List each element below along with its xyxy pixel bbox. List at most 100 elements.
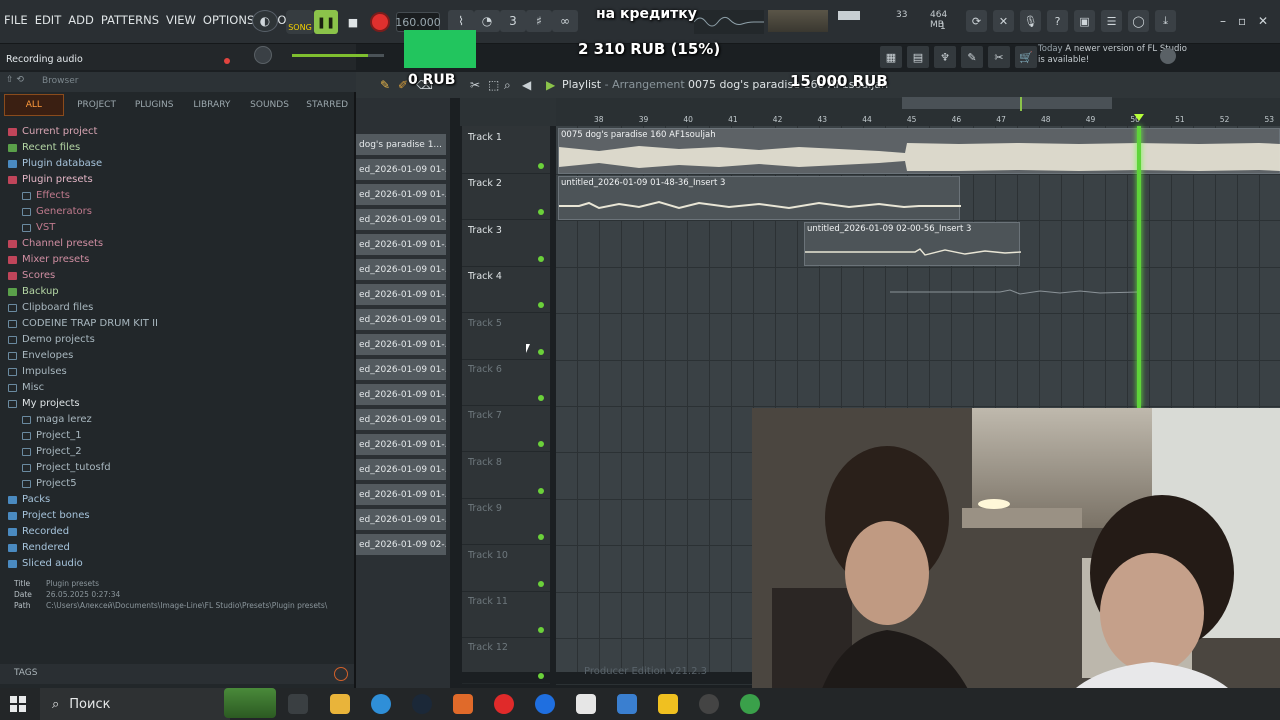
playlist-horizontal-scrollbar[interactable] [902, 97, 1112, 109]
chat-icon[interactable]: ◯ [1128, 10, 1149, 32]
plugin-icon[interactable]: ♆ [934, 46, 956, 68]
track-mute-led[interactable] [538, 302, 544, 309]
track-header[interactable]: Track 12 [462, 638, 550, 685]
track-header[interactable]: Track 6 [462, 360, 550, 406]
select-tool-icon[interactable]: ⬚ [488, 78, 499, 92]
browser-item[interactable]: Channel presets [8, 236, 348, 252]
wait-record-icon[interactable]: ◔ [474, 10, 500, 32]
draw-tool-icon[interactable]: ✎ [380, 78, 390, 92]
mail-icon[interactable] [617, 694, 637, 714]
audio-clip[interactable]: untitled_2026-01-09 02-00-56_Insert 3 [804, 222, 1021, 266]
browser-item[interactable]: Project_2 [8, 444, 348, 460]
channel-button[interactable]: ed_2026-01-09 01-... [356, 509, 446, 531]
channel-button[interactable]: ed_2026-01-09 01-... [356, 184, 446, 206]
app-icon[interactable] [576, 694, 596, 714]
track-header[interactable]: Track 10 [462, 546, 550, 592]
browser-item[interactable]: Recent files [8, 140, 348, 156]
track-mute-led[interactable] [538, 395, 544, 401]
audio-clip[interactable]: untitled_2026-01-09 01-48-36_Insert 3 [558, 176, 961, 220]
file-explorer-icon[interactable] [330, 694, 350, 714]
song-position-marker[interactable] [1134, 114, 1144, 121]
browser-item[interactable]: Generators [8, 204, 348, 220]
browser-item[interactable]: VST [8, 220, 348, 236]
browser-item[interactable]: Clipboard files [8, 300, 348, 316]
taskbar-search-box[interactable]: ⌕ Поиск [40, 688, 230, 720]
time-ruler[interactable]: 38 39 40 41 42 43 44 45 46 47 48 49 50 51 52 53 [556, 114, 1280, 126]
download-icon[interactable]: ⤓ [1155, 10, 1176, 32]
record-button[interactable] [370, 12, 390, 32]
browser-item[interactable]: Sliced audio [8, 556, 348, 572]
browser-item[interactable]: Mixer presets [8, 252, 348, 268]
refresh-icon[interactable]: ⟳ [966, 10, 987, 32]
track-mute-led[interactable] [538, 580, 544, 587]
channel-button[interactable]: ed_2026-01-09 01-... [356, 259, 446, 281]
track-mute-led[interactable] [538, 627, 544, 633]
chrome-icon[interactable] [740, 694, 760, 714]
browser-item[interactable]: Effects [8, 188, 348, 204]
tempo-display[interactable]: 160.000 [395, 12, 441, 32]
channel-button[interactable]: ed_2026-01-09 01-... [356, 384, 446, 406]
browser-item[interactable]: Envelopes [8, 348, 348, 364]
track-mute-led[interactable] [538, 673, 544, 680]
browser-tab-sounds[interactable]: SOUNDS [241, 94, 299, 116]
menu-item-view[interactable]: VIEW [166, 13, 196, 27]
browser-tab-all[interactable]: ALL [4, 94, 64, 116]
step-edit-icon[interactable]: ♯ [526, 10, 552, 32]
track-mute-led[interactable] [538, 209, 544, 216]
launcher-icon[interactable] [658, 694, 678, 714]
channel-button[interactable]: ed_2026-01-09 01-... [356, 334, 446, 356]
track-header[interactable]: Track 4 [462, 267, 550, 314]
menu-item-add[interactable]: ADD [68, 13, 94, 27]
obs-icon[interactable] [699, 694, 719, 714]
track-header[interactable]: Track 8 [462, 453, 550, 499]
tools-icon[interactable]: ✕ [993, 10, 1014, 32]
browser-item[interactable]: Project bones [8, 508, 348, 524]
channel-button[interactable]: ed_2026-01-09 01-... [356, 159, 446, 181]
browser-item[interactable]: Plugin database [8, 156, 348, 172]
track-mute-led[interactable] [538, 487, 544, 494]
search-highlight-icon[interactable] [224, 688, 276, 718]
shop-icon[interactable]: 🛒 [1015, 46, 1037, 68]
track-header[interactable]: Track 3 [462, 221, 550, 267]
edge-icon[interactable] [371, 694, 391, 714]
browser-tab-library[interactable]: LIBRARY [183, 94, 241, 116]
menu-item-file[interactable]: FILE [4, 13, 28, 27]
browser-tab-plugins[interactable]: PLUGINS [125, 94, 183, 116]
track-mute-led[interactable] [538, 441, 544, 448]
track-mute-led[interactable] [538, 163, 544, 169]
master-pitch-knob[interactable] [254, 46, 272, 64]
browser-item[interactable]: Plugin presets [8, 172, 348, 188]
task-view-icon[interactable] [288, 694, 308, 714]
tags-bar[interactable]: TAGS [0, 664, 354, 684]
audio-clip[interactable]: 0075 dog's paradise 160 AF1souljah [558, 128, 1280, 174]
browser-item[interactable]: Misc [8, 380, 348, 396]
pat-song-knob-icon[interactable]: ◐ [252, 10, 278, 32]
help-icon[interactable]: ? [1047, 10, 1068, 32]
search-icon[interactable] [334, 667, 348, 681]
save-icon[interactable]: ▣ [1074, 10, 1095, 32]
track-mute-led[interactable] [538, 255, 544, 262]
track-header[interactable]: Track 9 [462, 499, 550, 546]
browser-item[interactable]: CODEINE TRAP DRUM KIT II [8, 316, 348, 332]
loop-record-icon[interactable]: ∞ [552, 10, 578, 32]
zoom-tool-icon[interactable]: ⌕ [504, 78, 511, 93]
slice-tool-icon[interactable]: ✂ [470, 78, 480, 92]
browser-item[interactable]: Current project [8, 124, 348, 140]
browser-item[interactable]: Project_1 [8, 428, 348, 444]
browser-item[interactable]: maga lerez [8, 412, 348, 428]
channel-button[interactable]: ed_2026-01-09 01-... [356, 309, 446, 331]
minimize-icon[interactable]: – [1220, 14, 1226, 28]
browser-item[interactable]: Recorded [8, 524, 348, 540]
stop-button[interactable]: ■ [342, 10, 364, 34]
windows-start-icon[interactable] [10, 696, 26, 712]
channel-button[interactable]: ed_2026-01-09 01-... [356, 459, 446, 481]
channel-button[interactable]: ed_2026-01-09 01-... [356, 209, 446, 231]
play-pause-button[interactable]: ❚❚ [314, 10, 338, 34]
channel-button[interactable]: ed_2026-01-09 02-... [356, 534, 446, 556]
channel-button[interactable]: ed_2026-01-09 01-... [356, 409, 446, 431]
yandex-icon[interactable] [494, 694, 514, 714]
menu-item-options[interactable]: OPTIONS [203, 13, 254, 27]
channel-button[interactable]: ed_2026-01-09 01-... [356, 359, 446, 381]
track-header[interactable]: Track 11 [462, 592, 550, 638]
track-header[interactable]: Track 5 [462, 314, 550, 360]
